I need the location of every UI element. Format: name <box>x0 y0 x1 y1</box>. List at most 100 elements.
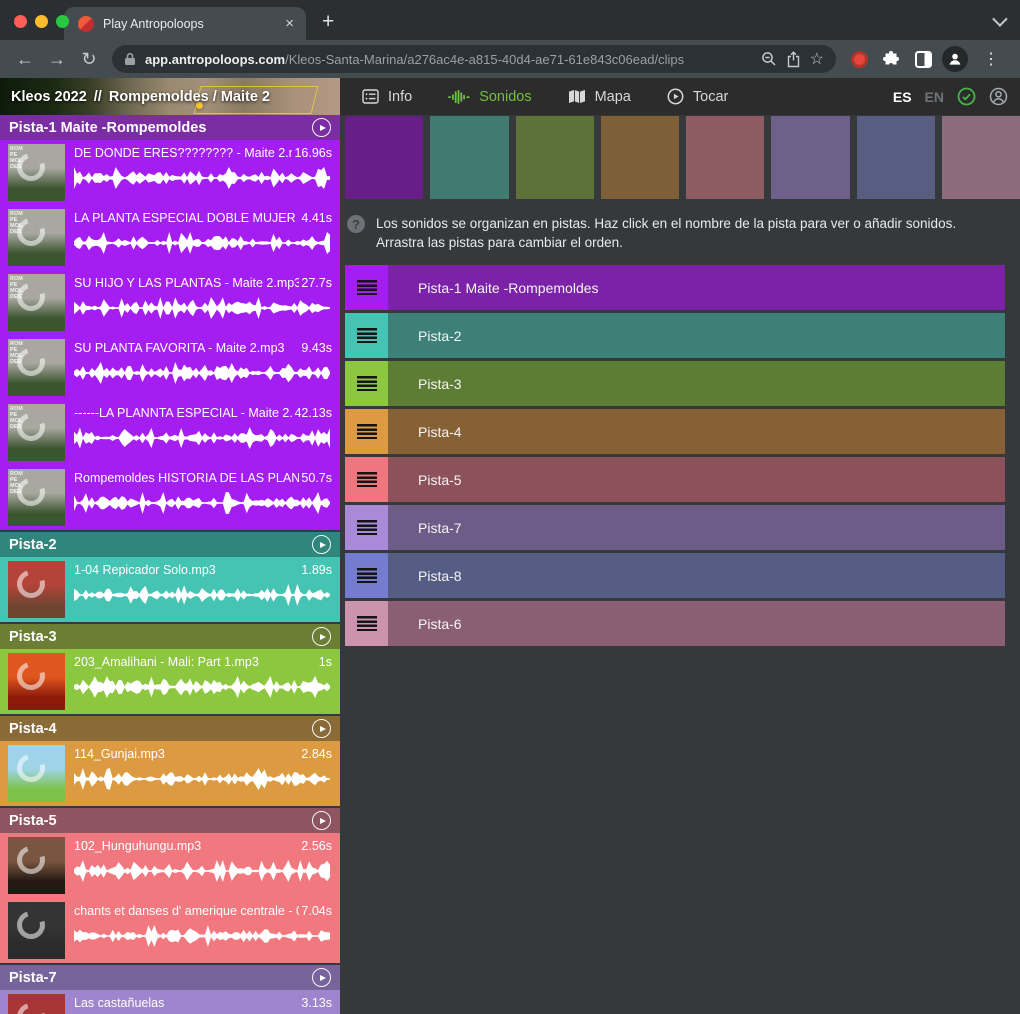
browser-tab[interactable]: Play Antropoloops × <box>64 7 306 40</box>
tab-close-icon[interactable]: × <box>283 16 296 31</box>
track-row-bar[interactable]: Pista-5 <box>388 457 1005 502</box>
clip-row[interactable]: ROM PE MOL DESSU PLANTA FAVORITA - Maite… <box>0 335 340 400</box>
bookmark-star-icon[interactable]: ☆ <box>810 44 824 74</box>
clip-title: SU PLANTA FAVORITA - Maite 2.mp3 <box>74 340 284 356</box>
palette-swatch <box>516 116 594 199</box>
track-row[interactable]: Pista-6 <box>345 601 1005 646</box>
palette-swatch <box>430 116 508 199</box>
track-row[interactable]: Pista-2 <box>345 313 1005 358</box>
extensions-puzzle-icon[interactable] <box>876 44 906 74</box>
track-row-name: Pista-3 <box>418 376 462 392</box>
url-path: /Kleos-Santa-Marina/a276ac4e-a815-40d4-a… <box>285 52 684 67</box>
breadcrumb[interactable]: Kleos 2022 // Rompemoldes / Maite 2 <box>0 78 340 115</box>
forward-button[interactable]: → <box>42 44 72 74</box>
clip-row[interactable]: 114_Gunjai.mp32.84s <box>0 741 340 806</box>
palette-swatch <box>771 116 849 199</box>
clip-row[interactable]: ROM PE MOL DESDE DONDE ERES???????? - Ma… <box>0 140 340 205</box>
clip-body: Rompemoldes HISTORIA DE LAS PLANTAS...50… <box>74 469 332 530</box>
clip-row[interactable]: 1-04 Repicador Solo.mp31.89s <box>0 557 340 622</box>
tab-search-chevron-icon[interactable] <box>992 11 1008 27</box>
clip-body: 102_Hunguhungu.mp32.56s <box>74 837 332 898</box>
track-row[interactable]: Pista-1 Maite -Rompemoldes <box>345 265 1005 310</box>
browser-menu-icon[interactable]: ⋮ <box>972 44 1010 74</box>
track-row[interactable]: Pista-8 <box>345 553 1005 598</box>
clip-title: Rompemoldes HISTORIA DE LAS PLANTAS... <box>74 470 299 486</box>
clip-row[interactable]: chants et danses d' amerique centrale - … <box>0 898 340 963</box>
clip-row[interactable]: ROM PE MOL DESLA PLANTA ESPECIAL DOBLE M… <box>0 205 340 270</box>
record-extension-icon[interactable] <box>844 44 874 74</box>
track-play-button[interactable] <box>312 118 331 137</box>
address-bar[interactable]: app.antropoloops.com/Kleos-Santa-Marina/… <box>112 45 836 73</box>
track-header[interactable]: Pista-5 <box>0 808 340 833</box>
track-header[interactable]: Pista-1 Maite -Rompemoldes <box>0 115 340 140</box>
share-icon[interactable] <box>786 51 801 68</box>
track-row-bar[interactable]: Pista-1 Maite -Rompemoldes <box>388 265 1005 310</box>
drag-handle[interactable] <box>345 361 388 406</box>
track-row-bar[interactable]: Pista-6 <box>388 601 1005 646</box>
language-es[interactable]: ES <box>893 89 912 105</box>
side-panel-icon[interactable] <box>908 44 938 74</box>
clip-title: 114_Gunjai.mp3 <box>74 746 165 762</box>
drag-handle[interactable] <box>345 313 388 358</box>
clip-title: ------LA PLANNTA ESPECIAL - Maite 2.mp3 <box>74 405 292 421</box>
track-play-button[interactable] <box>312 535 331 554</box>
clip-thumbnail: ROM PE MOL DES <box>8 274 65 331</box>
track-row-bar[interactable]: Pista-4 <box>388 409 1005 454</box>
reload-button[interactable]: ↻ <box>74 44 104 74</box>
clip-duration: 4.41s <box>301 210 332 226</box>
track-play-button[interactable] <box>312 719 331 738</box>
nav-sonidos[interactable]: Sonidos <box>448 89 531 105</box>
back-button[interactable]: ← <box>10 44 40 74</box>
track-row[interactable]: Pista-3 <box>345 361 1005 406</box>
nav-tocar[interactable]: Tocar <box>667 88 728 105</box>
close-window-button[interactable] <box>14 15 27 28</box>
track-row[interactable]: Pista-4 <box>345 409 1005 454</box>
clip-body: SU HIJO Y LAS PLANTAS - Maite 2.mp327.7s <box>74 274 332 335</box>
track-row-bar[interactable]: Pista-8 <box>388 553 1005 598</box>
account-icon[interactable] <box>989 87 1008 106</box>
clip-row[interactable]: Las castañuelas3.13s <box>0 990 340 1014</box>
drag-handle[interactable] <box>345 457 388 502</box>
track-header[interactable]: Pista-4 <box>0 716 340 741</box>
clip-title: Las castañuelas <box>74 995 164 1011</box>
drag-handle[interactable] <box>345 601 388 646</box>
clip-duration: 27.7s <box>301 275 332 291</box>
drag-handle[interactable] <box>345 505 388 550</box>
track-header[interactable]: Pista-2 <box>0 532 340 557</box>
drag-handle[interactable] <box>345 409 388 454</box>
tab-title: Play Antropoloops <box>103 17 274 31</box>
track-row-bar[interactable]: Pista-3 <box>388 361 1005 406</box>
clip-title-row: SU PLANTA FAVORITA - Maite 2.mp39.43s <box>74 340 332 356</box>
language-en[interactable]: EN <box>925 89 944 105</box>
track-play-button[interactable] <box>312 968 331 987</box>
minimize-window-button[interactable] <box>35 15 48 28</box>
drag-handle[interactable] <box>345 265 388 310</box>
clip-row[interactable]: ROM PE MOL DESRompemoldes HISTORIA DE LA… <box>0 465 340 530</box>
track-row-bar[interactable]: Pista-2 <box>388 313 1005 358</box>
new-tab-button[interactable]: + <box>322 12 334 32</box>
track-header[interactable]: Pista-7 <box>0 965 340 990</box>
waveform-icon <box>448 90 470 104</box>
clip-row[interactable]: ROM PE MOL DESSU HIJO Y LAS PLANTAS - Ma… <box>0 270 340 335</box>
lock-icon <box>124 52 136 66</box>
track-section: Pista-5 102_Hunguhungu.mp32.56schants et … <box>0 808 340 963</box>
play-icon <box>320 125 326 131</box>
clip-row[interactable]: 203_Amalihani - Mali: Part 1.mp31s <box>0 649 340 714</box>
clip-thumbnail <box>8 561 65 618</box>
track-row-bar[interactable]: Pista-7 <box>388 505 1005 550</box>
clip-waveform <box>74 426 332 450</box>
nav-info[interactable]: Info <box>362 89 412 105</box>
clip-row[interactable]: 102_Hunguhungu.mp32.56s <box>0 833 340 898</box>
drag-handle[interactable] <box>345 553 388 598</box>
maximize-window-button[interactable] <box>56 15 69 28</box>
track-row[interactable]: Pista-5 <box>345 457 1005 502</box>
track-row[interactable]: Pista-7 <box>345 505 1005 550</box>
clip-row[interactable]: ROM PE MOL DES------LA PLANNTA ESPECIAL … <box>0 400 340 465</box>
track-name: Pista-3 <box>9 629 57 645</box>
track-play-button[interactable] <box>312 811 331 830</box>
track-play-button[interactable] <box>312 627 331 646</box>
nav-mapa[interactable]: Mapa <box>568 89 631 105</box>
track-header[interactable]: Pista-3 <box>0 624 340 649</box>
zoom-icon[interactable] <box>761 51 777 67</box>
profile-avatar[interactable] <box>940 44 970 74</box>
